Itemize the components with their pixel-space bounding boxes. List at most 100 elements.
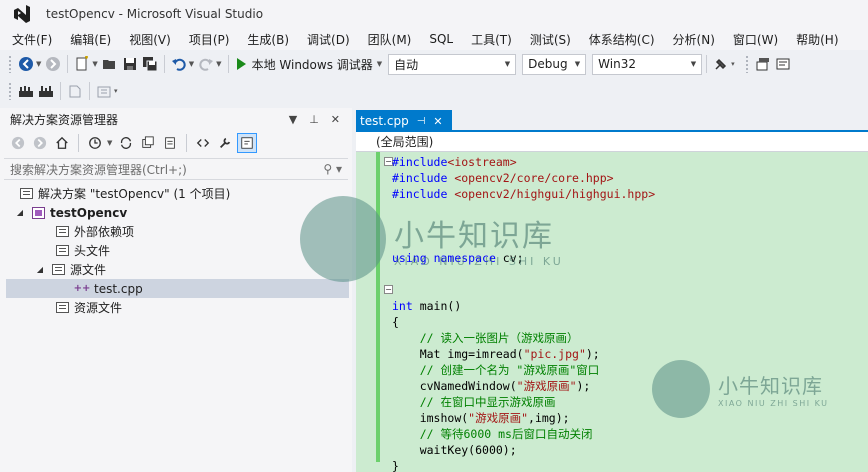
toolbar-options-icon[interactable]: ▾ — [731, 60, 735, 68]
close-icon[interactable]: ✕ — [331, 113, 340, 126]
toolbar-grip[interactable] — [8, 82, 12, 100]
tab-label: test.cpp — [360, 114, 409, 128]
code-string: "游戏原画" — [468, 411, 529, 425]
deploy-icon[interactable] — [94, 81, 114, 101]
indicator-margin — [356, 152, 372, 472]
menu-tools[interactable]: 工具(T) — [462, 31, 521, 48]
properties-wrench-icon[interactable] — [215, 133, 235, 153]
tree-item-resource-files[interactable]: 资源文件 — [0, 298, 352, 317]
show-all-files-icon[interactable] — [160, 133, 180, 153]
undo-icon[interactable] — [169, 54, 189, 74]
panel-title: 解决方案资源管理器 — [10, 112, 119, 127]
toolbar-separator — [227, 55, 229, 73]
collapse-all-icon[interactable] — [138, 133, 158, 153]
menu-architecture[interactable]: 体系结构(C) — [580, 31, 664, 48]
view-code-icon[interactable] — [193, 133, 213, 153]
expanded-arrow-icon[interactable]: ◢ — [14, 208, 26, 217]
preview-selected-items-icon[interactable] — [237, 133, 258, 153]
toolbar-separator — [89, 82, 90, 100]
redo-dropdown-icon[interactable]: ▼ — [216, 60, 221, 68]
redo-icon[interactable] — [196, 54, 216, 74]
pending-dropdown-icon[interactable]: ▼ — [107, 139, 112, 147]
toolbar-options-icon[interactable]: ▾ — [114, 87, 118, 95]
build-toolbar: ▾ — [0, 78, 868, 104]
forward-icon[interactable] — [30, 133, 50, 153]
find-in-files-icon[interactable] — [753, 54, 773, 74]
menu-build[interactable]: 生成(B) — [238, 31, 298, 48]
expanded-arrow-icon[interactable]: ◢ — [34, 265, 46, 274]
menu-window[interactable]: 窗口(W) — [724, 31, 787, 48]
scope-navigation-bar[interactable]: (全局范围) — [356, 132, 868, 152]
code-token: cv; — [495, 251, 524, 265]
menu-file[interactable]: 文件(F) — [0, 31, 61, 48]
code-token: using — [392, 251, 427, 265]
forward-icon[interactable] — [43, 54, 63, 74]
pending-changes-icon[interactable] — [85, 133, 105, 153]
menu-edit[interactable]: 编辑(E) — [61, 31, 120, 48]
sync-icon[interactable] — [116, 133, 136, 153]
code-token: <iostream> — [447, 155, 517, 169]
solution-explorer-toolbar: ▼ — [0, 130, 352, 156]
menu-project[interactable]: 项目(P) — [180, 31, 239, 48]
tree-item-label: testOpencv — [50, 205, 128, 220]
tree-item-header-files[interactable]: 头文件 — [0, 241, 352, 260]
menu-sql[interactable]: SQL — [420, 32, 462, 46]
configuration-dropdown[interactable]: Debug ▼ — [522, 53, 587, 75]
debug-target-dropdown-icon[interactable]: ▼ — [377, 60, 382, 68]
attach-process-icon[interactable] — [711, 54, 731, 74]
tree-item-project[interactable]: ◢ testOpencv — [0, 203, 352, 222]
menu-test[interactable]: 测试(S) — [521, 31, 580, 48]
code-editor[interactable]: − − #include<iostream> #include <opencv2… — [356, 152, 868, 472]
panel-menu-icon[interactable]: ▼ — [289, 113, 297, 126]
change-tracking-bar — [376, 152, 380, 462]
run-label: 本地 Windows 调试器 — [251, 57, 373, 72]
code-text[interactable]: #include<iostream> #include <opencv2/cor… — [392, 154, 655, 472]
filter-folder-icon — [54, 244, 70, 258]
comment-icon[interactable] — [773, 54, 793, 74]
back-icon[interactable] — [16, 54, 36, 74]
chevron-down-icon: ▼ — [574, 60, 581, 68]
pin-tab-icon[interactable]: ⊣ — [417, 116, 426, 127]
menu-view[interactable]: 视图(V) — [120, 31, 180, 48]
build-project-icon[interactable] — [36, 81, 56, 101]
menu-debug[interactable]: 调试(D) — [298, 31, 359, 48]
back-icon[interactable] — [8, 133, 28, 153]
solution-search-input[interactable]: 搜索解决方案资源管理器(Ctrl+;) ⚲ ▾ — [4, 158, 348, 180]
publish-icon[interactable] — [65, 81, 85, 101]
back-dropdown-icon[interactable]: ▼ — [36, 60, 41, 68]
external-dependencies-icon — [54, 225, 70, 239]
start-debugging-button[interactable]: 本地 Windows 调试器 — [233, 53, 377, 75]
tree-item-source-files[interactable]: ◢ 源文件 — [0, 260, 352, 279]
menu-team[interactable]: 团队(M) — [359, 31, 421, 48]
tree-item-label: 外部依赖项 — [74, 225, 135, 239]
menu-help[interactable]: 帮助(H) — [787, 31, 847, 48]
save-all-icon[interactable] — [140, 54, 160, 74]
build-solution-icon[interactable] — [16, 81, 36, 101]
code-token: cvNamedWindow( — [419, 379, 517, 393]
tree-item-external-dependencies[interactable]: 外部依赖项 — [0, 222, 352, 241]
code-token: Mat img=imread( — [419, 347, 524, 361]
new-project-icon[interactable] — [72, 54, 92, 74]
toolbar-separator — [60, 82, 61, 100]
menu-analyze[interactable]: 分析(N) — [664, 31, 724, 48]
search-icon[interactable]: ⚲ ▾ — [323, 162, 342, 176]
undo-dropdown-icon[interactable]: ▼ — [189, 60, 194, 68]
close-tab-icon[interactable]: ✕ — [433, 115, 442, 128]
auto-dropdown-value: 自动 — [394, 57, 419, 72]
toolbar-grip[interactable] — [8, 55, 12, 73]
auto-dropdown[interactable]: 自动 ▼ — [388, 53, 517, 75]
platform-dropdown[interactable]: Win32 ▼ — [592, 53, 703, 75]
new-dropdown-icon[interactable]: ▼ — [92, 60, 97, 68]
save-icon[interactable] — [120, 54, 140, 74]
tree-item-test-cpp[interactable]: ++ test.cpp — [6, 279, 349, 298]
home-icon[interactable] — [52, 133, 72, 153]
toolbar-separator — [163, 55, 165, 73]
title-bar: testOpencv - Microsoft Visual Studio — [0, 0, 868, 28]
solution-explorer-panel: 解决方案资源管理器 ▼ ⊥ ✕ ▼ 搜索解决方案资源管理器(Ctrl+;) ⚲ … — [0, 108, 352, 472]
open-file-icon[interactable] — [100, 54, 120, 74]
code-comment: // 等待6000 ms后窗口自动关闭 — [419, 427, 593, 441]
toolbar-grip[interactable] — [744, 55, 749, 73]
tab-test-cpp[interactable]: test.cpp ⊣ ✕ — [356, 110, 452, 132]
pin-icon[interactable]: ⊥ — [309, 113, 319, 126]
tree-item-solution[interactable]: 解决方案 "testOpencv" (1 个项目) — [0, 184, 352, 203]
